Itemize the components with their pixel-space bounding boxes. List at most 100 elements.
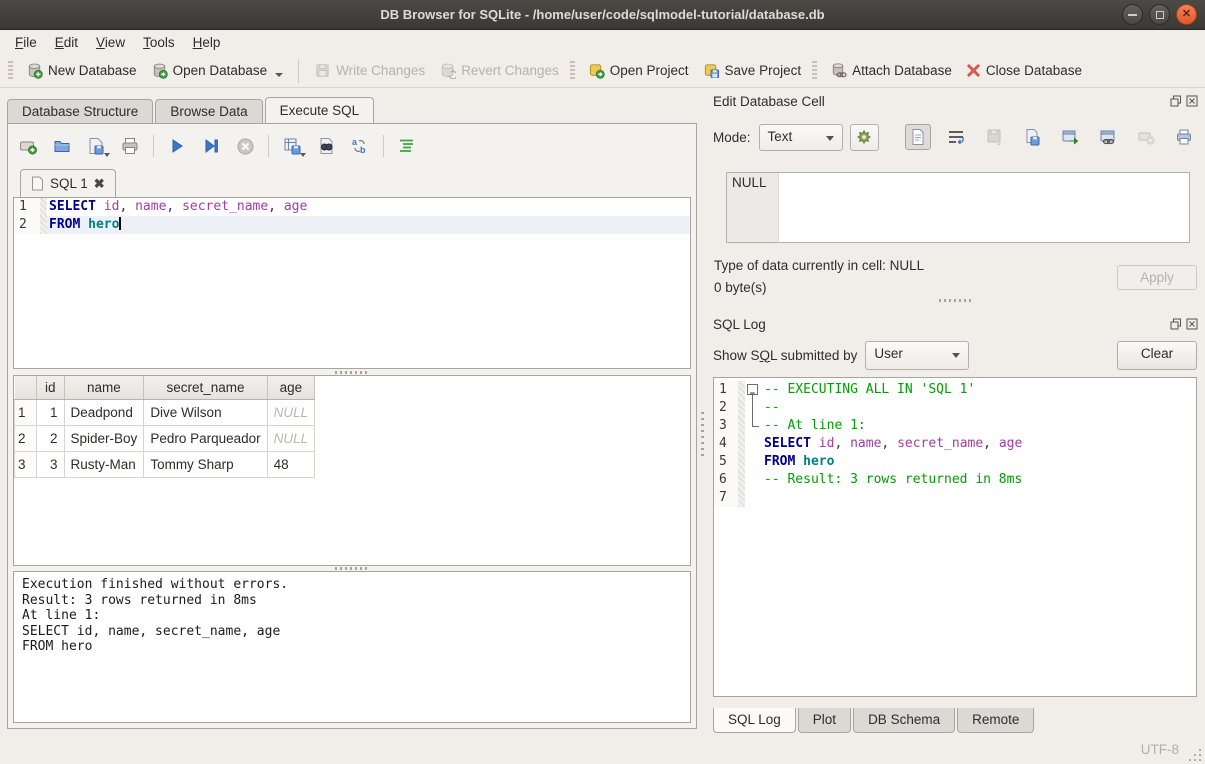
dock-tab-remote[interactable]: Remote — [957, 708, 1034, 733]
float-dock-icon[interactable] — [1170, 318, 1182, 330]
log-filter-select[interactable]: User — [865, 341, 969, 370]
float-dock-icon[interactable] — [1170, 95, 1182, 107]
table-cell[interactable]: Dive Wilson — [144, 399, 267, 425]
open-database-button[interactable]: Open Database — [144, 58, 291, 83]
menu-item-tools[interactable]: Tools — [134, 32, 184, 53]
table-row[interactable]: 11DeadpondDive WilsonNULL — [15, 399, 315, 425]
sql-1-tab[interactable]: SQL 1 ✖ — [20, 169, 116, 198]
execute-current-line-button[interactable] — [199, 134, 223, 158]
auto-format-button[interactable] — [395, 134, 419, 158]
sql-editor[interactable]: 1SELECT id, name, secret_name, age2FROM … — [13, 197, 691, 369]
tab-execute-sql[interactable]: Execute SQL — [265, 97, 375, 123]
execute-all-button[interactable] — [165, 134, 189, 158]
revert-changes-icon — [439, 62, 456, 79]
mode-select[interactable]: Text — [759, 124, 843, 151]
print-sql-button[interactable] — [118, 134, 142, 158]
revert-changes-button[interactable]: Revert Changes — [432, 58, 566, 83]
table-cell[interactable]: Spider-Boy — [64, 425, 144, 451]
open-database-dropdown-icon[interactable] — [275, 73, 283, 77]
close-database-button[interactable]: Close Database — [959, 59, 1089, 82]
table-row[interactable]: 33Rusty-ManTommy Sharp48 — [15, 451, 315, 477]
toolbar-drag-handle[interactable] — [8, 61, 13, 81]
table-cell[interactable]: NULL — [267, 425, 315, 451]
save-sql-dropdown-icon[interactable] — [104, 153, 110, 157]
export-dropdown-icon[interactable] — [300, 153, 306, 157]
text-mode-button[interactable] — [905, 124, 931, 150]
fold-marker[interactable] — [745, 381, 762, 399]
menu-item-view[interactable]: View — [87, 32, 134, 53]
table-cell[interactable]: Deadpond — [64, 399, 144, 425]
resize-grip[interactable] — [1189, 748, 1202, 761]
tab-browse-data[interactable]: Browse Data — [155, 99, 262, 123]
table-cell[interactable]: Tommy Sharp — [144, 451, 267, 477]
attach-database-button[interactable]: Attach Database — [823, 58, 959, 83]
app-window: DB Browser for SQLite - /home/user/code/… — [0, 0, 1205, 764]
column-header-name[interactable]: name — [64, 376, 144, 399]
open-in-external-button[interactable] — [1057, 124, 1083, 150]
gutter-strip — [40, 216, 47, 234]
write-changes-button[interactable]: Write Changes — [307, 58, 432, 83]
import-data-button[interactable] — [981, 124, 1007, 150]
table-row[interactable]: 22Spider-BoyPedro ParqueadorNULL — [15, 425, 315, 451]
new-sql-tab-button[interactable] — [16, 134, 40, 158]
code-line: 7 — [714, 489, 1196, 507]
word-wrap-button[interactable] — [943, 124, 969, 150]
table-cell[interactable]: 1 — [37, 399, 65, 425]
cell-size-text: 0 byte(s) — [714, 280, 767, 295]
dock-tab-db-schema[interactable]: DB Schema — [853, 708, 955, 733]
cell-value-editor[interactable]: NULL — [726, 172, 1190, 243]
apply-button[interactable]: Apply — [1117, 265, 1197, 290]
code-line: 6-- Result: 3 rows returned in 8ms — [714, 471, 1196, 489]
tab-database-structure[interactable]: Database Structure — [7, 99, 153, 123]
auto-switch-mode-button[interactable] — [850, 124, 879, 151]
maximize-button[interactable] — [1149, 4, 1170, 25]
save-sql-file-button[interactable] — [84, 134, 108, 158]
print-cell-button[interactable] — [1171, 124, 1197, 150]
copy-link-button[interactable] — [1095, 124, 1121, 150]
code-text: -- — [762, 399, 1196, 417]
clear-log-button[interactable]: Clear — [1117, 341, 1197, 370]
minimize-button[interactable] — [1122, 4, 1143, 25]
menu-item-file[interactable]: File — [6, 32, 46, 53]
find-button[interactable] — [314, 134, 338, 158]
stop-icon — [236, 137, 255, 156]
close-button[interactable]: ✕ — [1176, 4, 1197, 25]
close-dock-icon[interactable] — [1186, 318, 1198, 330]
table-cell[interactable]: Pedro Parqueador — [144, 425, 267, 451]
table-cell[interactable]: Rusty-Man — [64, 451, 144, 477]
table-cell[interactable]: 48 — [267, 451, 315, 477]
save-project-button[interactable]: Save Project — [696, 58, 809, 83]
column-header-secret_name[interactable]: secret_name — [144, 376, 267, 399]
maximize-icon — [1156, 11, 1164, 19]
menu-item-help[interactable]: Help — [184, 32, 230, 53]
main-splitter[interactable] — [699, 410, 706, 458]
row-number: 3 — [15, 451, 37, 477]
dock-tab-plot[interactable]: Plot — [798, 708, 851, 733]
column-header-age[interactable]: age — [267, 376, 315, 399]
open-sql-file-button[interactable] — [50, 134, 74, 158]
toolbar-drag-handle[interactable] — [812, 61, 817, 81]
table-cell[interactable]: 2 — [37, 425, 65, 451]
window-controls: ✕ — [1122, 4, 1197, 25]
export-data-button[interactable] — [1019, 124, 1045, 150]
gutter-strip — [738, 381, 745, 399]
set-null-button[interactable] — [1133, 124, 1159, 150]
sql-log-editor[interactable]: 1-- EXECUTING ALL IN 'SQL 1'2--3-- At li… — [713, 377, 1197, 697]
stop-button[interactable] — [233, 134, 257, 158]
dock-splitter[interactable] — [713, 297, 1198, 304]
replace-button[interactable]: a b — [348, 134, 372, 158]
export-results-icon — [282, 136, 302, 156]
open-project-button[interactable]: Open Project — [581, 58, 696, 83]
toolbar-drag-handle[interactable] — [570, 61, 575, 81]
dock-tab-sql-log[interactable]: SQL Log — [713, 708, 796, 733]
table-cell[interactable]: NULL — [267, 399, 315, 425]
sql-tab-close-icon[interactable]: ✖ — [94, 177, 105, 190]
export-results-button[interactable] — [280, 134, 304, 158]
table-cell[interactable]: 3 — [37, 451, 65, 477]
new-database-button[interactable]: New Database — [19, 58, 144, 83]
column-header-id[interactable]: id — [37, 376, 65, 399]
dock-tab-bar: SQL Log Plot DB Schema Remote — [713, 708, 1036, 734]
menu-item-edit[interactable]: Edit — [46, 32, 87, 53]
close-dock-icon[interactable] — [1186, 95, 1198, 107]
encoding-indicator: UTF-8 — [1141, 742, 1179, 757]
